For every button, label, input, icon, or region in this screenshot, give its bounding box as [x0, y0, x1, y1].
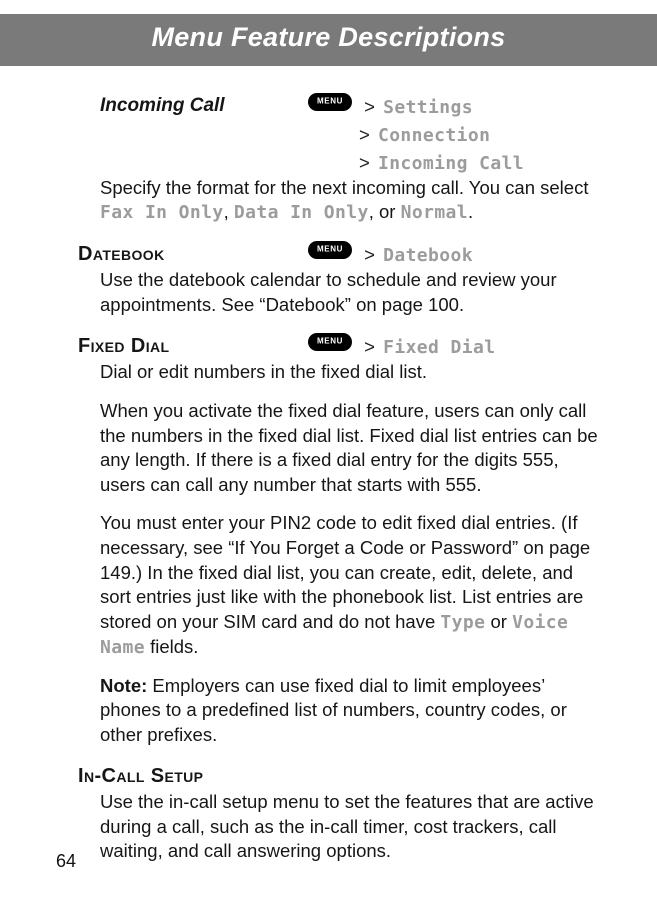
feature-title-fixed-dial: Fixed Dial	[78, 333, 308, 360]
text-fragment: fields.	[145, 636, 198, 657]
feature-title-in-call-setup: In-Call Setup	[78, 763, 599, 790]
text-fragment: Employers can use fixed dial to limit em…	[100, 675, 567, 745]
row-incoming-call: Incoming Call > Settings > Connection > …	[100, 93, 599, 176]
note-label: Note:	[100, 675, 147, 696]
chevron-right-icon: >	[359, 152, 370, 173]
feature-title-datebook: Datebook	[78, 241, 308, 268]
field-type: Type	[440, 612, 485, 633]
row-fixed-dial: Fixed Dial > Fixed Dial	[78, 333, 599, 360]
body-text: You must enter your PIN2 code to edit fi…	[100, 511, 599, 659]
body-text: Use the in-call setup menu to set the fe…	[100, 790, 599, 864]
chevron-right-icon: >	[364, 96, 375, 117]
menu-path-line-1: > Settings	[308, 93, 599, 120]
menu-path-segment: Connection	[378, 125, 490, 146]
body-text: Specify the format for the next incoming…	[100, 176, 599, 226]
body-text: Dial or edit numbers in the fixed dial l…	[100, 360, 599, 385]
menu-path-line-3: > Incoming Call	[356, 151, 599, 176]
page-number: 64	[56, 851, 76, 872]
page: Menu Feature Descriptions Incoming Call …	[0, 0, 657, 902]
text-fragment: Specify the format for the next incoming…	[100, 177, 588, 198]
menu-path-segment: Datebook	[383, 245, 473, 266]
option-fax-in-only: Fax In Only	[100, 202, 224, 223]
page-title: Menu Feature Descriptions	[0, 14, 657, 66]
option-normal: Normal	[401, 202, 468, 223]
menu-icon	[308, 333, 352, 351]
body-text: When you activate the fixed dial feature…	[100, 399, 599, 497]
body-text: Use the datebook calendar to schedule an…	[100, 268, 599, 317]
chevron-right-icon: >	[364, 244, 375, 265]
row-datebook: Datebook > Datebook	[78, 241, 599, 268]
menu-path-datebook: > Datebook	[308, 241, 599, 268]
note-text: Note: Employers can use fixed dial to li…	[100, 674, 599, 748]
chevron-right-icon: >	[364, 336, 375, 357]
menu-path-fixed-dial: > Fixed Dial	[308, 333, 599, 360]
text-fragment: , or	[369, 201, 401, 222]
menu-icon	[308, 241, 352, 259]
text-fragment: or	[485, 611, 512, 632]
menu-icon	[308, 93, 352, 111]
chevron-right-icon: >	[359, 124, 370, 145]
menu-path-segment: Fixed Dial	[383, 337, 495, 358]
menu-path-incoming-call: > Settings > Connection > Incoming Call	[308, 93, 599, 176]
option-data-in-only: Data In Only	[234, 202, 369, 223]
feature-title-incoming-call: Incoming Call	[100, 93, 308, 118]
menu-path-segment: Settings	[383, 97, 473, 118]
menu-path-line-2: > Connection	[356, 123, 599, 148]
text-fragment: ,	[224, 201, 234, 222]
text-fragment: .	[468, 201, 473, 222]
content-area: Incoming Call > Settings > Connection > …	[100, 93, 599, 864]
menu-path-segment: Incoming Call	[378, 153, 524, 174]
